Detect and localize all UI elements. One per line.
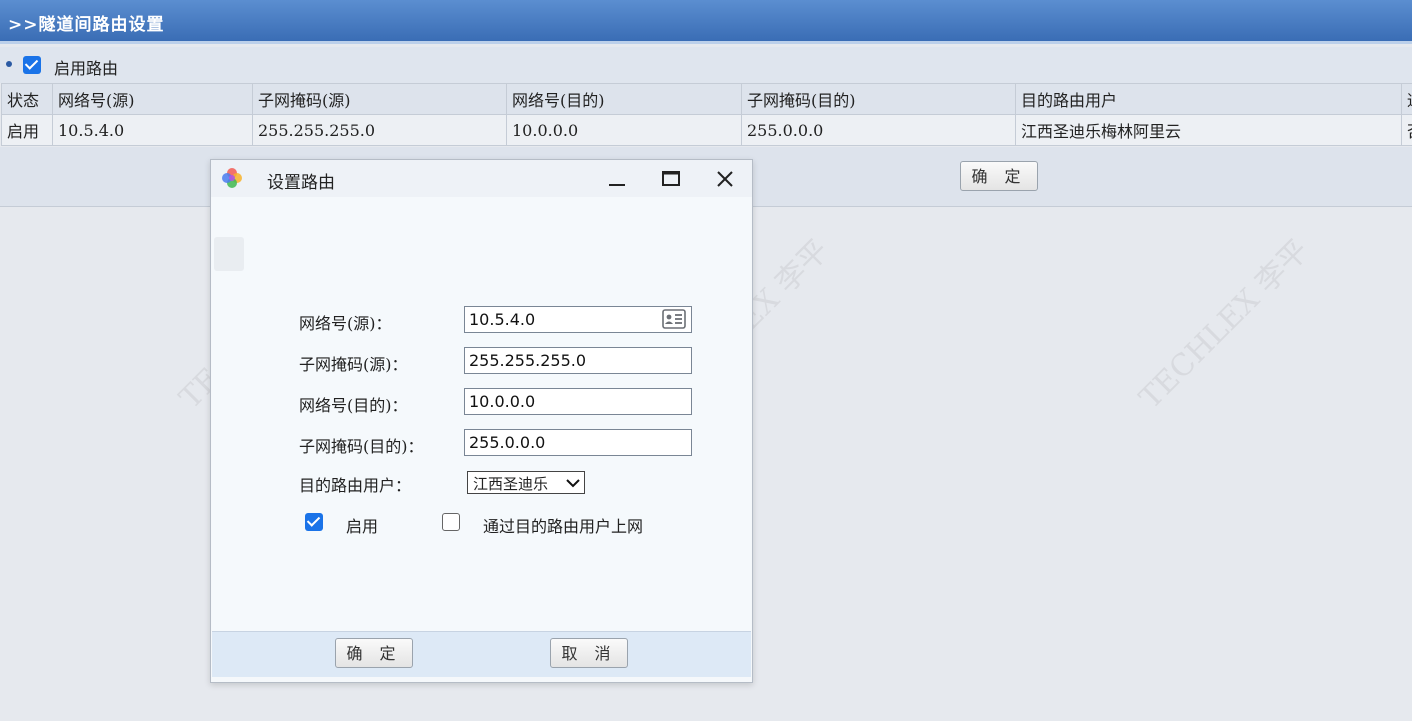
route-table: 状态 网络号(源) 子网掩码(源) 网络号(目的) 子网掩码(目的) 目的路由用… <box>1 83 1412 146</box>
page-confirm-button[interactable]: 确 定 <box>960 161 1038 191</box>
table-cell: 10.5.4.0 <box>52 114 253 146</box>
minimize-icon[interactable] <box>604 166 630 192</box>
src-net-label: 网络号(源)： <box>299 314 392 333</box>
contact-card-icon[interactable] <box>662 309 686 329</box>
route-user-selected: 江西圣迪乐 <box>473 475 549 493</box>
via-route-user-checkbox[interactable] <box>442 513 460 531</box>
dialog-body: 网络号(源)： 子网掩码(源)： 网络号(目的)： 子网掩码(目的)： 目的路由… <box>212 197 751 631</box>
column-header: 网络号(目的) <box>506 83 742 115</box>
watermark: TECHLEX 李平 <box>1132 232 1316 416</box>
dst-mask-label: 子网掩码(目的)： <box>299 437 424 456</box>
enable-routing-label: 启用路由 <box>54 59 119 78</box>
table-cell: 启用 <box>1 114 53 146</box>
column-header: 目的路由用户 <box>1015 83 1402 115</box>
enable-routing-checkbox[interactable] <box>23 56 41 74</box>
placeholder-box <box>214 237 244 271</box>
dialog-title-bar[interactable]: 设置路由 <box>211 160 752 197</box>
table-cell: 否 <box>1401 114 1412 146</box>
enable-checkbox[interactable] <box>305 513 323 531</box>
page-title: >>隧道间路由设置 <box>8 15 165 35</box>
table-row[interactable]: 启用 10.5.4.0 255.255.255.0 10.0.0.0 255.0… <box>1 114 1412 146</box>
column-header: 状态 <box>1 83 53 115</box>
maximize-icon[interactable] <box>658 166 684 192</box>
column-header: 子网掩码(目的) <box>741 83 1016 115</box>
dst-net-input[interactable] <box>464 388 692 415</box>
table-cell: 江西圣迪乐梅林阿里云 <box>1015 114 1402 146</box>
enable-routing-row <box>0 47 1412 83</box>
via-route-user-label: 通过目的路由用户上网 <box>483 517 644 536</box>
dialog-footer: 确 定 取 消 <box>212 631 751 677</box>
chevron-down-icon <box>566 479 580 488</box>
table-cell: 255.255.255.0 <box>252 114 507 146</box>
column-header: 子网掩码(源) <box>252 83 507 115</box>
dst-net-label: 网络号(目的)： <box>299 396 408 415</box>
table-cell: 255.0.0.0 <box>741 114 1016 146</box>
close-icon[interactable] <box>712 166 738 192</box>
table-cell: 10.0.0.0 <box>506 114 742 146</box>
bullet-icon <box>6 61 12 67</box>
dialog-ok-button[interactable]: 确 定 <box>335 638 413 668</box>
route-user-select[interactable]: 江西圣迪乐 <box>467 471 585 494</box>
src-mask-input[interactable] <box>464 347 692 374</box>
src-mask-label: 子网掩码(源)： <box>299 355 408 374</box>
route-user-label: 目的路由用户： <box>299 476 412 495</box>
column-header: 网络号(源) <box>52 83 253 115</box>
src-net-input[interactable] <box>464 306 692 333</box>
column-header: 通 <box>1401 83 1412 115</box>
dialog-title: 设置路由 <box>267 173 335 193</box>
table-header-row: 状态 网络号(源) 子网掩码(源) 网络号(目的) 子网掩码(目的) 目的路由用… <box>1 83 1412 115</box>
dialog-cancel-button[interactable]: 取 消 <box>550 638 628 668</box>
page-header: >>隧道间路由设置 <box>0 0 1412 44</box>
set-route-dialog: 设置路由 网络号(源)： 子网掩码(源)： 网络号(目的)： 子网掩码( <box>210 159 753 683</box>
enable-label: 启用 <box>346 517 379 536</box>
dst-mask-input[interactable] <box>464 429 692 456</box>
app-logo-icon <box>222 168 242 188</box>
